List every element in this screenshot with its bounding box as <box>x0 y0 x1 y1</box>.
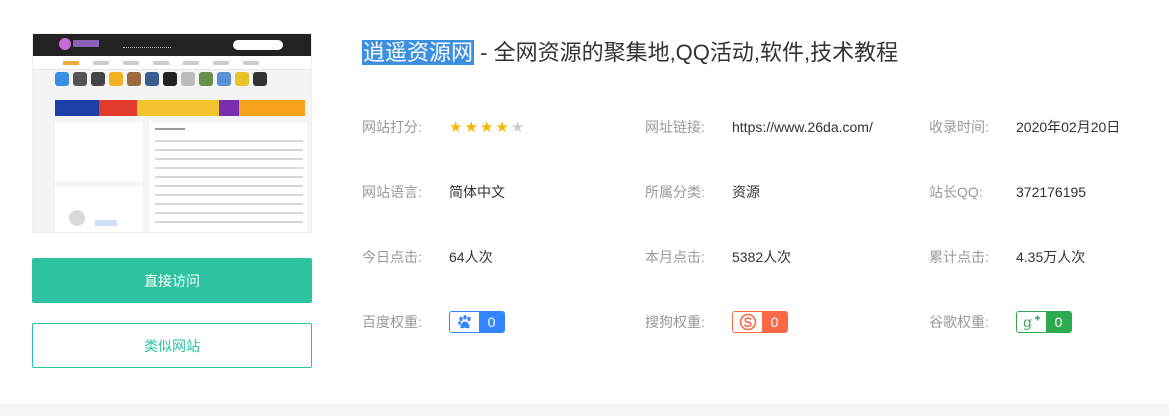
rating-label: 网站打分: <box>362 119 422 135</box>
thumb-left-panel <box>55 122 143 182</box>
language-row: 网站语言: 简体中文 <box>362 182 505 202</box>
google-weight-label: 谷歌权重: <box>929 314 989 330</box>
sogou-weight-label: 搜狗权重: <box>645 314 705 330</box>
added-row: 收录时间: 2020年02月20日 <box>929 117 1120 137</box>
site-tagline: - 全网资源的聚集地,QQ活动,软件,技术教程 <box>474 40 899 65</box>
baidu-weight-row: 百度权重: 0 <box>362 311 505 333</box>
baidu-weight-badge[interactable]: 0 <box>449 311 505 333</box>
star-icon: ★ <box>479 118 494 136</box>
today-clicks-row: 今日点击: 64人次 <box>362 247 493 267</box>
rating-row: 网站打分: ★ ★ ★ ★ ★ <box>362 117 524 137</box>
footer-band <box>0 403 1169 416</box>
site-name: 逍遥资源网 <box>362 40 475 65</box>
visit-site-button[interactable]: 直接访问 <box>32 258 312 303</box>
similar-sites-button[interactable]: 类似网站 <box>32 323 312 368</box>
baidu-weight-value: 0 <box>479 312 504 332</box>
star-icon: ★ <box>449 118 463 136</box>
star-icon: ★ <box>464 118 478 136</box>
thumb-nav <box>33 56 311 70</box>
google-plus-icon: g <box>1017 312 1046 332</box>
sogou-weight-badge[interactable]: 0 <box>732 311 788 333</box>
today-clicks-value: 64人次 <box>449 249 493 265</box>
qq-label: 站长QQ: <box>929 184 983 200</box>
star-icon: ★ <box>495 118 509 136</box>
total-clicks-value: 4.35万人次 <box>1016 249 1086 265</box>
qq-row: 站长QQ: 372176195 <box>929 182 1086 202</box>
page-title: 逍遥资源网 - 全网资源的聚集地,QQ活动,软件,技术教程 <box>362 38 898 68</box>
url-link[interactable]: https://www.26da.com/ <box>732 117 873 137</box>
total-clicks-label: 累计点击: <box>929 249 989 265</box>
url-row: 网址链接: https://www.26da.com/ <box>645 117 873 137</box>
site-detail-page: 直接访问 类似网站 逍遥资源网 - 全网资源的聚集地,QQ活动,软件,技术教程 … <box>0 0 1169 416</box>
qq-value: 372176195 <box>1016 184 1087 200</box>
category-label: 所属分类: <box>645 184 705 200</box>
thumb-article-list <box>149 122 307 232</box>
thumb-logo <box>59 38 71 50</box>
baidu-paw-icon <box>450 312 479 332</box>
sogou-icon <box>733 312 762 332</box>
thumb-slogan <box>123 40 171 48</box>
today-clicks-label: 今日点击: <box>362 249 422 265</box>
month-clicks-label: 本月点击: <box>645 249 705 265</box>
category-value[interactable]: 资源 <box>732 182 760 202</box>
url-label: 网址链接: <box>645 119 705 135</box>
star-icon: ★ <box>510 118 525 136</box>
total-clicks-row: 累计点击: 4.35万人次 <box>929 247 1085 267</box>
google-weight-value: 0 <box>1046 312 1071 332</box>
thumb-banner <box>55 100 305 116</box>
rating-stars: ★ ★ ★ ★ ★ <box>449 120 524 135</box>
language-value: 简体中文 <box>449 184 505 200</box>
month-clicks-value: 5382人次 <box>732 249 792 265</box>
google-weight-row: 谷歌权重: g 0 <box>929 311 1072 333</box>
sogou-weight-row: 搜狗权重: 0 <box>645 311 788 333</box>
thumb-avatar <box>69 210 85 226</box>
month-clicks-row: 本月点击: 5382人次 <box>645 247 791 267</box>
thumb-icon-row <box>55 72 305 94</box>
added-value: 2020年02月20日 <box>1016 119 1121 135</box>
added-label: 收录时间: <box>929 119 989 135</box>
site-screenshot-thumbnail[interactable] <box>32 33 312 233</box>
thumb-logo-text <box>73 40 99 47</box>
category-row: 所属分类: 资源 <box>645 182 760 202</box>
thumb-button <box>95 220 117 226</box>
svg-text:g: g <box>1023 315 1032 330</box>
language-label: 网站语言: <box>362 184 422 200</box>
sogou-weight-value: 0 <box>762 312 787 332</box>
thumb-search <box>233 40 283 50</box>
google-weight-badge[interactable]: g 0 <box>1016 311 1072 333</box>
baidu-weight-label: 百度权重: <box>362 314 422 330</box>
